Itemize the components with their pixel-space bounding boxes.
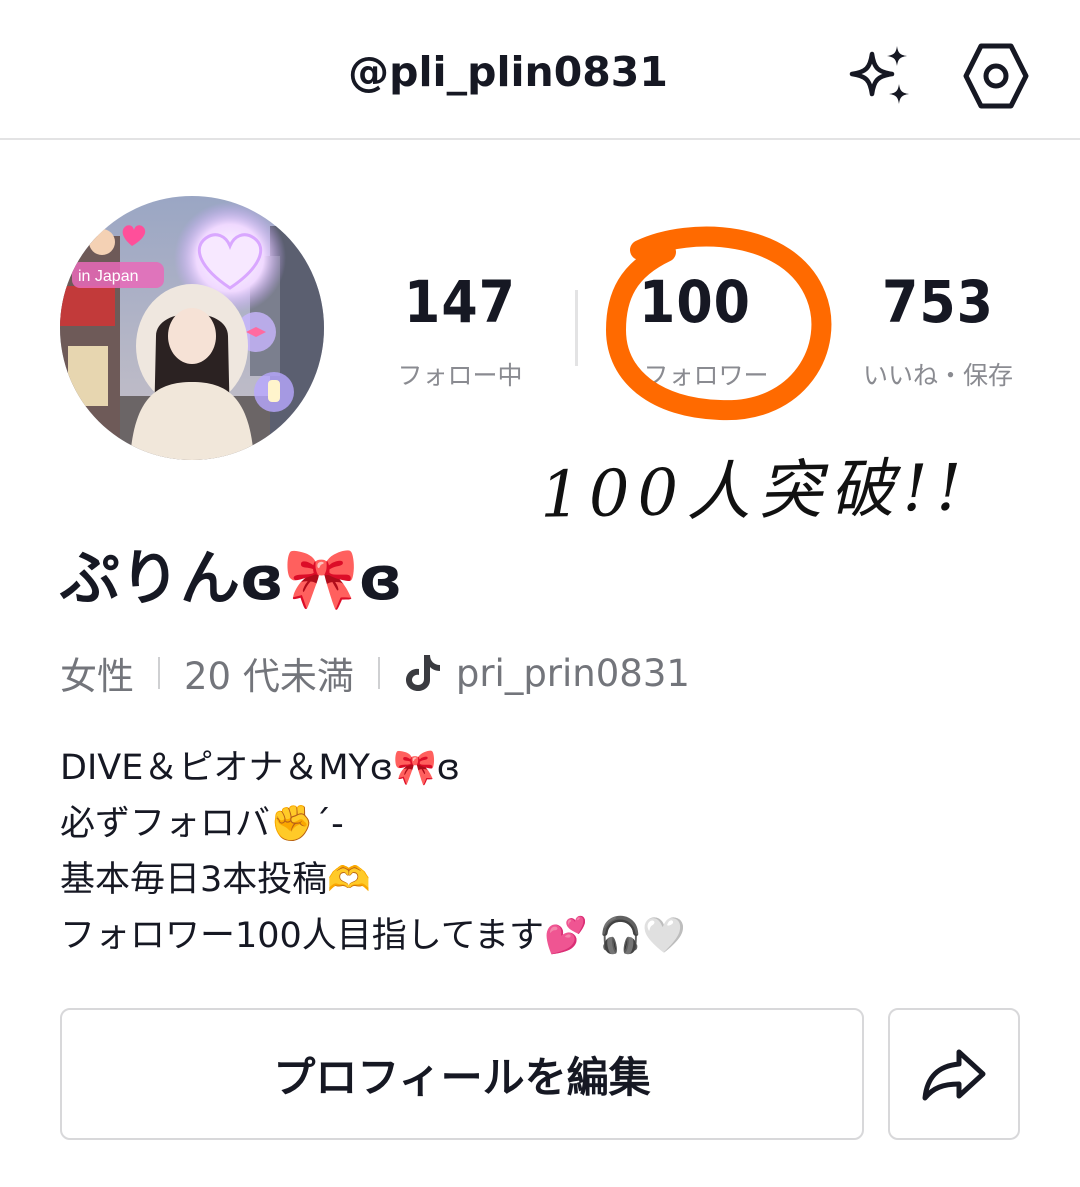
likes-label[interactable]: いいね・保存 bbox=[828, 356, 1048, 392]
gender-label: 女性 bbox=[60, 655, 134, 698]
share-button[interactable] bbox=[888, 1008, 1020, 1140]
bio-line: フォロワー100人目指してます💕 🎧🤍 bbox=[60, 916, 686, 956]
following-label[interactable]: フォロー中 bbox=[350, 356, 570, 392]
stat-divider bbox=[575, 290, 578, 366]
bio-line: DIVE＆ピオナ＆MYɞ🎀ɞ bbox=[60, 748, 460, 788]
display-name: ぷりんɞ🎀ɞ bbox=[60, 544, 403, 614]
tiktok-icon[interactable] bbox=[404, 653, 442, 693]
tiktok-handle[interactable]: pri_prin0831 bbox=[456, 652, 690, 695]
info-divider bbox=[377, 657, 380, 689]
settings-icon[interactable] bbox=[962, 40, 1030, 112]
share-arrow-icon bbox=[922, 1049, 986, 1101]
svg-text:in Japan: in Japan bbox=[78, 268, 139, 285]
edit-profile-button[interactable]: プロフィールを編集 bbox=[60, 1008, 864, 1140]
bio: DIVE＆ピオナ＆MYɞ🎀ɞ 必ずフォロバ✊´- 基本毎日3本投稿🫶 フォロワー… bbox=[60, 740, 686, 964]
info-divider bbox=[158, 657, 160, 689]
bio-line: 基本毎日3本投稿🫶 bbox=[60, 860, 371, 900]
annotation-circle bbox=[600, 226, 840, 426]
profile-info-row: 女性 20 代未満 pri_prin0831 bbox=[60, 648, 690, 699]
sparkle-icon[interactable] bbox=[842, 44, 912, 108]
following-count[interactable]: 147 bbox=[350, 268, 570, 336]
bio-line: 必ずフォロバ✊´- bbox=[60, 804, 344, 844]
likes-count[interactable]: 753 bbox=[828, 268, 1048, 336]
handwritten-note: 100人突破!! bbox=[539, 451, 971, 533]
avatar[interactable]: in Japan bbox=[60, 196, 324, 460]
age-label: 20 代未満 bbox=[184, 655, 354, 698]
